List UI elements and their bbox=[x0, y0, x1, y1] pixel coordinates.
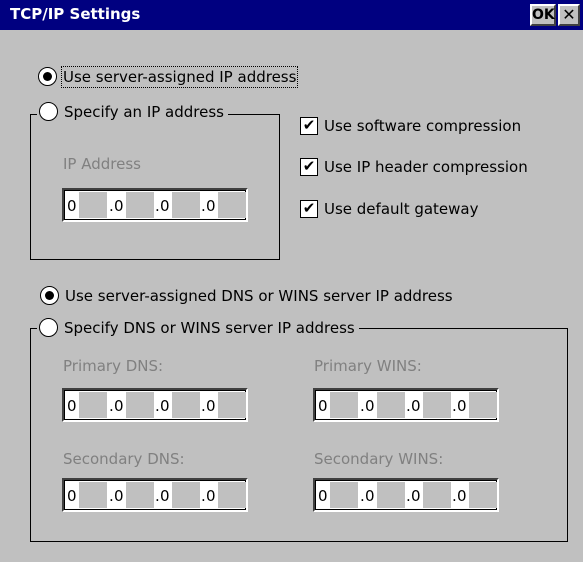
radio-indicator-selected[interactable] bbox=[40, 286, 59, 305]
radio-label: Use server-assigned DNS or WINS server I… bbox=[65, 286, 453, 305]
close-button[interactable]: ✕ bbox=[558, 4, 580, 26]
octet-3: 0 bbox=[160, 397, 170, 415]
radio-indicator[interactable] bbox=[39, 102, 58, 121]
primary-dns-field: 0 . 0 . 0 . 0 bbox=[62, 388, 248, 422]
octet-3: 0 bbox=[160, 487, 170, 505]
octet-1: 0 bbox=[318, 397, 328, 415]
secondary-dns-field: 0 . 0 . 0 . 0 bbox=[62, 478, 248, 512]
octet-1: 0 bbox=[67, 197, 77, 215]
secondary-dns-label: Secondary DNS: bbox=[63, 450, 185, 468]
checkbox-indicator[interactable]: ✔ bbox=[300, 158, 318, 176]
octet-2: 0 bbox=[114, 397, 124, 415]
octet-1: 0 bbox=[318, 487, 328, 505]
octet-4: 0 bbox=[206, 487, 216, 505]
octet-4: 0 bbox=[457, 397, 467, 415]
octet-1: 0 bbox=[67, 487, 77, 505]
octet-4: 0 bbox=[206, 197, 216, 215]
radio-label: Specify DNS or WINS server IP address bbox=[64, 318, 355, 337]
primary-dns-label: Primary DNS: bbox=[63, 357, 164, 375]
radio-specify-ip[interactable]: Specify an IP address bbox=[37, 102, 228, 121]
checkbox-software-compression[interactable]: ✔ Use software compression bbox=[300, 117, 521, 135]
primary-wins-label: Primary WINS: bbox=[314, 357, 422, 375]
checkbox-label: Use default gateway bbox=[324, 200, 479, 218]
octet-2: 0 bbox=[114, 197, 124, 215]
octet-3: 0 bbox=[160, 197, 170, 215]
radio-label: Use server-assigned IP address bbox=[60, 65, 299, 88]
checkbox-label: Use IP header compression bbox=[324, 158, 528, 176]
octet-3: 0 bbox=[411, 487, 421, 505]
primary-wins-field: 0 . 0 . 0 . 0 bbox=[313, 388, 499, 422]
secondary-wins-field: 0 . 0 . 0 . 0 bbox=[313, 478, 499, 512]
radio-server-assigned-ip[interactable]: Use server-assigned IP address bbox=[38, 65, 299, 88]
checkbox-default-gateway[interactable]: ✔ Use default gateway bbox=[300, 200, 479, 218]
radio-label: Specify an IP address bbox=[64, 102, 224, 121]
radio-indicator-selected[interactable] bbox=[38, 67, 57, 86]
radio-indicator[interactable] bbox=[39, 318, 58, 337]
octet-2: 0 bbox=[365, 487, 375, 505]
octet-2: 0 bbox=[114, 487, 124, 505]
title-bar: TCP/IP Settings OK ✕ bbox=[0, 0, 583, 30]
octet-3: 0 bbox=[411, 397, 421, 415]
octet-4: 0 bbox=[206, 397, 216, 415]
tcpip-settings-window: TCP/IP Settings OK ✕ Use server-assigned… bbox=[0, 0, 585, 564]
checkbox-label: Use software compression bbox=[324, 117, 522, 135]
checkbox-indicator[interactable]: ✔ bbox=[300, 117, 318, 135]
ip-address-field: 0 . 0 . 0 . 0 bbox=[62, 188, 248, 222]
ip-address-label: IP Address bbox=[63, 155, 141, 173]
checkbox-indicator[interactable]: ✔ bbox=[300, 200, 318, 218]
secondary-wins-label: Secondary WINS: bbox=[314, 450, 444, 468]
octet-4: 0 bbox=[457, 487, 467, 505]
ip-address-group bbox=[30, 114, 280, 260]
octet-2: 0 bbox=[365, 397, 375, 415]
checkbox-ip-header-compression[interactable]: ✔ Use IP header compression bbox=[300, 158, 528, 176]
octet-1: 0 bbox=[67, 397, 77, 415]
radio-specify-dns[interactable]: Specify DNS or WINS server IP address bbox=[37, 318, 359, 337]
radio-server-assigned-dns[interactable]: Use server-assigned DNS or WINS server I… bbox=[40, 286, 453, 305]
window-title: TCP/IP Settings bbox=[10, 5, 141, 23]
ok-button[interactable]: OK bbox=[530, 4, 556, 26]
